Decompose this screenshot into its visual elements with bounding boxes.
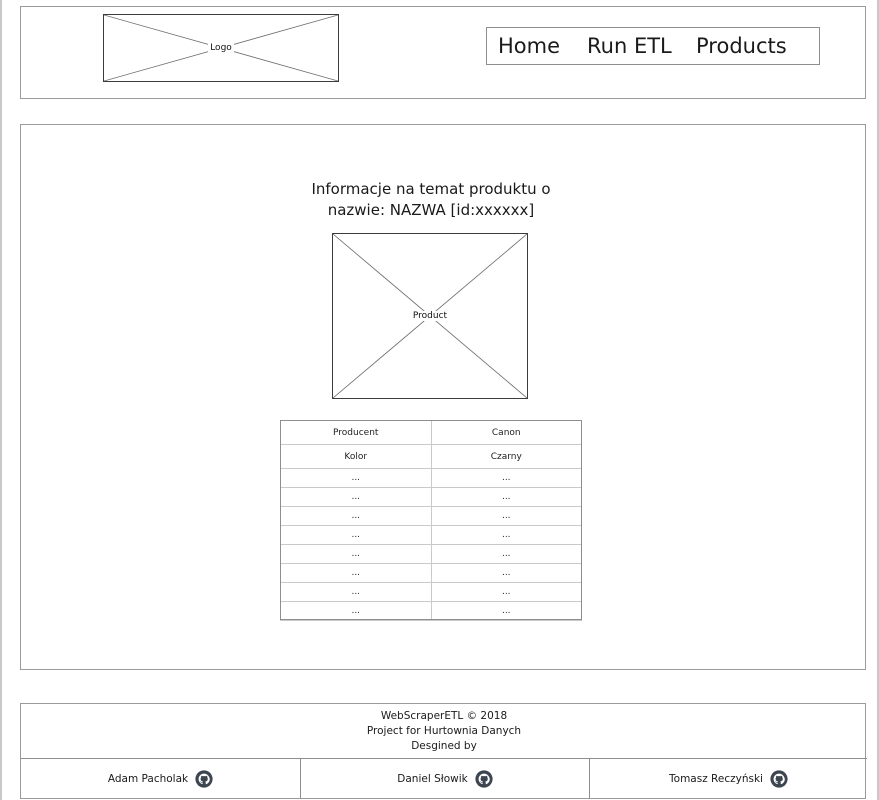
table-row: ... ... — [280, 544, 582, 564]
project-text: Project for Hurtownia Danych — [366, 725, 522, 737]
product-specs-table: Producent Canon Kolor Czarny ... ... ...… — [280, 420, 582, 621]
table-row: ... ... — [280, 582, 582, 602]
table-row: ... ... — [280, 506, 582, 526]
authors-row: Adam Pacholak Daniel Słowik Tomasz Reczy… — [21, 758, 867, 798]
table-row: ... ... — [280, 563, 582, 583]
spec-value: Canon — [430, 420, 582, 445]
spec-value: ... — [430, 544, 582, 564]
spec-key: ... — [280, 468, 432, 488]
table-row: Producent Canon — [280, 420, 582, 445]
footer: WebScraperETL © 2018 Project for Hurtown… — [20, 703, 867, 799]
spec-key: ... — [280, 487, 432, 507]
header: Logo Home Run ETL Products — [20, 6, 866, 99]
nav-home-link[interactable]: Home — [498, 34, 560, 58]
author-cell: Tomasz Reczyński — [589, 759, 867, 798]
left-frame-border — [0, 0, 2, 800]
spec-key: ... — [280, 582, 432, 602]
spec-value: ... — [430, 525, 582, 545]
table-row: ... ... — [280, 487, 582, 507]
author-cell: Adam Pacholak — [21, 759, 300, 798]
logo-placeholder[interactable]: Logo — [103, 14, 339, 82]
author-name: Tomasz Reczyński — [669, 772, 763, 785]
spec-key: ... — [280, 525, 432, 545]
page-title: Informacje na temat produktu o nazwie: N… — [251, 179, 611, 221]
product-image-label: Product — [410, 311, 450, 321]
spec-key: ... — [280, 544, 432, 564]
nav-products-link[interactable]: Products — [696, 34, 787, 58]
product-details-panel: Informacje na temat produktu o nazwie: N… — [20, 124, 866, 670]
product-image-placeholder: Product — [332, 233, 528, 399]
spec-value: Czarny — [430, 444, 582, 469]
spec-key: ... — [280, 563, 432, 583]
page-title-line1: Informacje na temat produktu o — [311, 180, 551, 198]
page-title-line2: nazwie: NAZWA [id:xxxxxx] — [327, 201, 535, 219]
footer-info: WebScraperETL © 2018 Project for Hurtown… — [21, 709, 867, 754]
spec-key: ... — [280, 506, 432, 526]
nav-run-etl-link[interactable]: Run ETL — [587, 34, 672, 58]
author-cell: Daniel Słowik — [300, 759, 589, 798]
logo-label: Logo — [208, 43, 234, 53]
spec-value: ... — [430, 468, 582, 488]
github-icon[interactable] — [195, 769, 213, 788]
spec-value: ... — [430, 601, 582, 621]
spec-value: ... — [430, 506, 582, 526]
copyright-text: WebScraperETL © 2018 — [380, 710, 508, 722]
github-icon[interactable] — [475, 769, 493, 788]
spec-key: Producent — [280, 420, 432, 445]
spec-value: ... — [430, 582, 582, 602]
table-row: ... ... — [280, 525, 582, 545]
main-nav: Home Run ETL Products — [486, 27, 820, 65]
spec-key: Kolor — [280, 444, 432, 469]
author-name: Daniel Słowik — [397, 772, 468, 785]
author-name: Adam Pacholak — [107, 772, 189, 785]
spec-value: ... — [430, 487, 582, 507]
github-icon[interactable] — [770, 769, 788, 788]
table-row: ... ... — [280, 601, 582, 621]
table-row: Kolor Czarny — [280, 444, 582, 469]
designed-by-text: Desgined by — [411, 740, 477, 752]
spec-key: ... — [280, 601, 432, 621]
table-row: ... ... — [280, 468, 582, 488]
spec-value: ... — [430, 563, 582, 583]
